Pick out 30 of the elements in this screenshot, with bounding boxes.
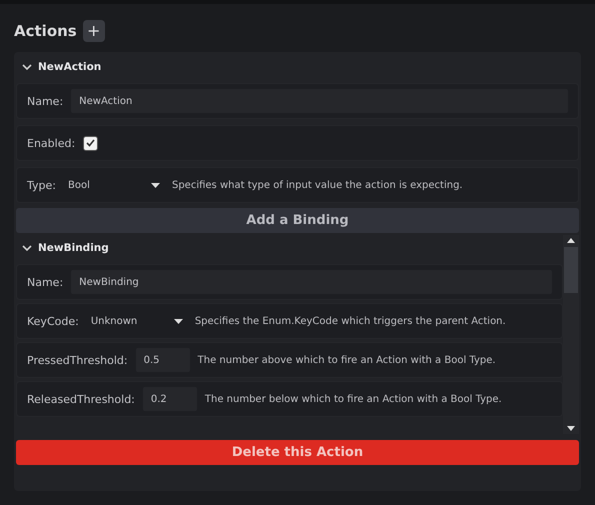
input-field[interactable]: 0.5 xyxy=(136,348,190,372)
dropdown[interactable]: Bool xyxy=(64,180,164,190)
caret-down-icon xyxy=(174,318,183,324)
field-description: Specifies what type of input value the action is expecting. xyxy=(172,180,463,190)
checkbox[interactable] xyxy=(83,136,98,150)
chevron-down-icon xyxy=(22,244,32,252)
field-description: The number above which to fire an Action with a Bool Type. xyxy=(198,354,496,366)
field-label: PressedThreshold: xyxy=(27,354,128,366)
field-description: Specifies the Enum.KeyCode which triggers the parent Action. xyxy=(194,316,506,326)
section-header[interactable]: NewBinding xyxy=(16,235,115,261)
add-button[interactable]: + xyxy=(82,20,105,42)
input-field[interactable]: 0.2 xyxy=(142,387,197,411)
add-binding-button[interactable]: Add a Binding xyxy=(16,208,579,233)
input-field[interactable]: NewAction xyxy=(71,89,568,113)
field-label: Name: xyxy=(27,276,64,288)
field-label: ReleasedThreshold: xyxy=(27,392,135,406)
field-label: Name: xyxy=(27,94,64,108)
check-icon xyxy=(86,139,96,147)
field-label: Enabled: xyxy=(27,136,76,150)
scrollbar-thumb[interactable] xyxy=(564,247,578,293)
section-title: Actions xyxy=(14,22,77,40)
chevron-down-icon xyxy=(22,64,32,70)
section-header[interactable]: NewAction xyxy=(16,54,579,80)
scrollbar[interactable] xyxy=(563,235,579,434)
field-description: The number below which to fire an Action with a Bool Type. xyxy=(204,394,502,404)
input-field[interactable]: NewBinding xyxy=(71,270,552,294)
field-label: Type: xyxy=(27,178,56,192)
caret-down-icon xyxy=(150,182,160,188)
dropdown[interactable]: Unknown xyxy=(86,316,187,326)
field-label: KeyCode: xyxy=(27,314,79,328)
